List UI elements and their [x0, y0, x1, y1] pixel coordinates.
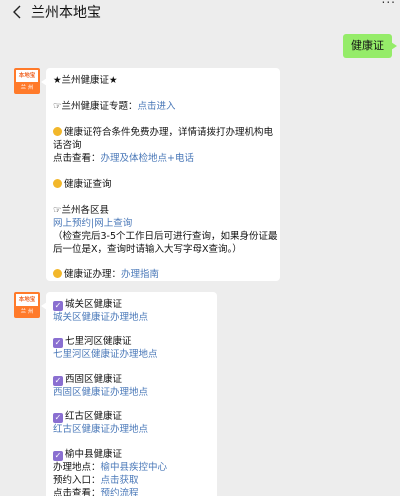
county-links: 网上预约|网上查询: [53, 217, 132, 230]
booking-line: 预约入口：点击获取: [53, 475, 139, 486]
checkbox-icon: ✓: [53, 451, 63, 461]
user-message: 健康证: [343, 34, 397, 58]
chat-title: 兰州本地宝: [31, 5, 101, 21]
back-icon[interactable]: [9, 4, 25, 20]
guide-link[interactable]: 办理指南: [121, 269, 159, 280]
district-title: ✓ 红古区健康证: [53, 411, 123, 423]
query-line: 健康证查询: [53, 178, 112, 191]
avatar-city-text: 兰 州: [20, 309, 34, 315]
address-line: 办理地点：榆中县疾控中心: [53, 462, 168, 473]
checkbox-icon: ✓: [53, 376, 63, 386]
district-title: ✓ 七里河区健康证: [53, 336, 132, 348]
online-query-link[interactable]: 网上查询: [94, 218, 132, 229]
message-bubble: ★兰州健康证★ ☞兰州健康证专题：点击进入 健康证符合条件免费办理，详情请拨打办…: [41, 68, 280, 281]
district-link[interactable]: 红古区健康证办理地点: [53, 423, 148, 436]
more-icon[interactable]: ...: [382, 0, 396, 6]
view-line: 点击查看：办理及体检地点+电话: [53, 153, 194, 164]
message-title: ★兰州健康证★: [53, 75, 118, 86]
district-title: ✓ 西固区健康证: [53, 374, 123, 386]
top-bar: 兰州本地宝 ...: [0, 0, 400, 24]
district-link[interactable]: 城关区健康证办理地点: [53, 311, 148, 324]
district-title: ✓ 榆中县健康证: [53, 449, 123, 461]
view-link[interactable]: 办理及体检地点+电话: [101, 153, 194, 164]
yellow-dot-icon: [53, 179, 62, 188]
address-link[interactable]: 榆中县疾控中心: [101, 462, 168, 473]
free-line-cont: 话咨询: [53, 140, 82, 151]
note-line: （检查完后3-5个工作日后可进行查询，如果身份证最: [53, 231, 278, 242]
online-booking-link[interactable]: 网上预约: [53, 218, 91, 229]
district-title: ✓ 城关区健康证: [53, 299, 123, 311]
checkbox-icon: ✓: [53, 301, 63, 311]
avatar[interactable]: 本地宝 兰 州: [14, 68, 40, 94]
booking-link[interactable]: 点击获取: [101, 475, 139, 486]
topic-line: ☞兰州健康证专题：点击进入: [53, 101, 176, 112]
avatar[interactable]: 本地宝 兰 州: [14, 292, 40, 318]
process-link[interactable]: 预约流程: [101, 488, 139, 496]
handle-line: 健康证办理：办理指南: [53, 268, 159, 281]
district-link[interactable]: 西固区健康证办理地点: [53, 386, 148, 399]
county-title: ☞兰州各区县: [53, 205, 110, 216]
yellow-dot-icon: [53, 269, 62, 278]
topic-link[interactable]: 点击进入: [138, 101, 176, 112]
checkbox-icon: ✓: [53, 338, 63, 348]
process-line: 点击查看：预约流程: [53, 487, 139, 496]
free-line: 健康证符合条件免费办理，详情请拨打办理机构电: [53, 126, 273, 139]
avatar-logo-text: 本地宝: [16, 294, 38, 306]
district-link[interactable]: 七里河区健康证办理地点: [53, 348, 158, 361]
checkbox-icon: ✓: [53, 413, 63, 423]
avatar-logo-text: 本地宝: [16, 70, 38, 82]
yellow-dot-icon: [53, 127, 62, 136]
note-line-cont: 后一位是X，查询时请输入大写字母X查询。）: [53, 244, 242, 255]
avatar-city-text: 兰 州: [20, 85, 34, 91]
message-bubble: ✓ 城关区健康证 城关区健康证办理地点 ✓ 七里河区健康证 七里河区健康证办理地点 …: [41, 292, 217, 496]
